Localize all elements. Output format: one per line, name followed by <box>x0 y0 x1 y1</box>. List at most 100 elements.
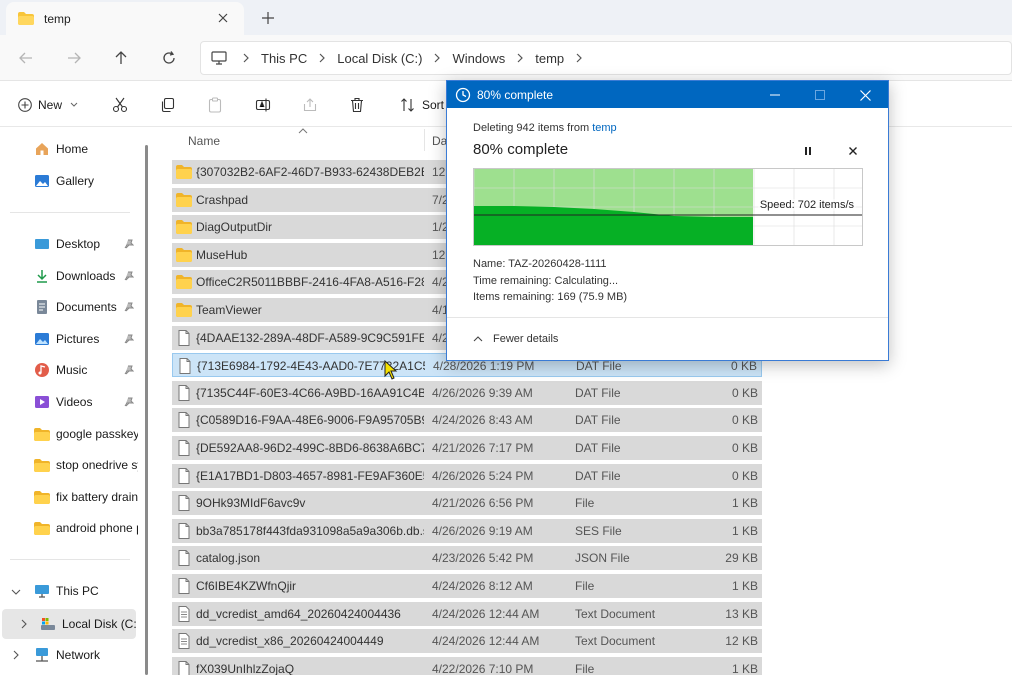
folder-icon <box>34 457 50 473</box>
sidebar-item-documents[interactable]: Documents <box>34 294 117 320</box>
file-row[interactable]: {7135C44F-60E3-4C66-A9BD-16AA91C4B... 4/2… <box>172 380 762 405</box>
breadcrumb-windows[interactable]: Windows <box>452 51 505 66</box>
dialog-body: Deleting 942 items from temp 80% complet… <box>447 108 888 360</box>
sidebar-item-this-pc[interactable]: This PC <box>34 578 99 604</box>
sidebar-item-local-disk[interactable]: Local Disk (C:) <box>40 611 136 637</box>
file-icon <box>178 578 190 594</box>
sidebar-item-music[interactable]: Music <box>34 357 87 383</box>
sidebar-item-label: Pictures <box>56 332 100 346</box>
minimize-icon[interactable] <box>765 85 785 105</box>
paste-button[interactable] <box>207 95 223 115</box>
new-tab-icon[interactable] <box>258 8 278 28</box>
file-row[interactable]: Cf6IBE4KZWfnQjir 4/24/2026 8:12 AM File 1 K… <box>172 574 762 598</box>
copy-button[interactable] <box>160 95 176 115</box>
rename-button[interactable] <box>255 95 271 115</box>
sidebar-item-folder[interactable]: stop onedrive sy <box>34 452 138 478</box>
sidebar-item-desktop[interactable]: Desktop <box>34 231 100 257</box>
tab-temp[interactable]: temp <box>6 2 244 35</box>
navigation-pane: Home Gallery Desktop Downloads Documents… <box>0 127 150 675</box>
maximize-icon[interactable] <box>810 85 830 105</box>
share-icon <box>303 98 317 112</box>
cancel-icon[interactable] <box>846 144 860 158</box>
sidebar-item-folder[interactable]: fix battery drain <box>34 484 138 510</box>
file-name: TeamViewer <box>196 303 262 317</box>
file-row[interactable]: {E1A17BD1-D803-4657-8981-FE9AF360E5... 4/… <box>172 463 762 488</box>
back-arrow-icon[interactable] <box>13 45 39 71</box>
deleting-text: Deleting 942 items from <box>473 122 593 134</box>
dialog-titlebar[interactable]: 80% complete <box>447 81 888 108</box>
sidebar-item-label: Music <box>56 363 88 377</box>
sidebar-item-home[interactable]: Home <box>34 136 88 162</box>
sidebar-scrollbar[interactable] <box>145 145 148 675</box>
sidebar-item-downloads[interactable]: Downloads <box>34 263 115 289</box>
breadcrumb-local-disk[interactable]: Local Disk (C:) <box>337 51 422 66</box>
close-tab-icon[interactable] <box>214 9 232 27</box>
sidebar-item-pictures[interactable]: Pictures <box>34 326 99 352</box>
file-row[interactable]: 9OHk93MIdF6avc9v 4/21/2026 6:56 PM File 1 K… <box>172 491 762 516</box>
sidebar-item-label: google passkey <box>56 427 138 441</box>
mouse-cursor-icon <box>384 360 398 380</box>
file-date: 4/24/2026 8:43 AM <box>432 413 533 428</box>
chevron-down-icon[interactable] <box>11 587 21 597</box>
up-arrow-icon[interactable] <box>108 45 134 71</box>
cut-button[interactable] <box>112 95 128 115</box>
fewer-details-button[interactable]: Fewer details <box>473 333 558 345</box>
videos-icon <box>34 394 50 410</box>
sort-button[interactable]: Sort <box>400 95 444 115</box>
share-button[interactable] <box>302 95 318 115</box>
sidebar-item-videos[interactable]: Videos <box>34 389 92 415</box>
pause-icon[interactable] <box>801 144 815 158</box>
file-row[interactable]: dd_vcredist_amd64_20260424004436 4/24/202… <box>172 601 762 626</box>
sidebar-item-gallery[interactable]: Gallery <box>34 168 94 194</box>
file-name: {DE592AA8-96D2-499C-8BD6-8638A6BC7... <box>196 441 424 455</box>
file-name: {307032B2-6AF2-46D7-B933-62438DEB2B... <box>196 165 424 179</box>
delete-button[interactable] <box>349 95 365 115</box>
file-row[interactable]: {C0589D16-F9AA-48E6-9006-F9A95705B9... 4/… <box>172 408 762 433</box>
file-type: File <box>575 661 595 675</box>
file-icon <box>178 550 190 567</box>
address-bar[interactable]: This PC Local Disk (C:) Windows temp <box>200 41 1012 75</box>
text-document-icon <box>178 633 190 650</box>
file-row[interactable]: dd_vcredist_x86_20260424004449 4/24/2026 … <box>172 629 762 654</box>
new-button[interactable]: New <box>18 95 78 115</box>
file-name: OfficeC2R5011BBBF-2416-4FA8-A516-F28... <box>196 275 424 290</box>
breadcrumb-this-pc[interactable]: This PC <box>261 51 307 66</box>
file-name: MuseHub <box>196 247 248 262</box>
sidebar-item-network[interactable]: Network <box>34 642 100 668</box>
file-name: dd_vcredist_amd64_20260424004436 <box>196 606 401 621</box>
network-icon <box>34 647 50 663</box>
trash-icon <box>351 97 363 113</box>
forward-arrow-icon[interactable] <box>61 45 87 71</box>
file-icon <box>178 384 190 401</box>
chevron-right-icon[interactable] <box>19 619 29 629</box>
scissors-icon <box>112 97 128 113</box>
tab-title: temp <box>44 11 71 26</box>
file-name: bb3a785178f443fda931098a5a9a306b.db.s... <box>196 523 424 538</box>
folder-icon <box>176 303 192 317</box>
file-size: 1 KB <box>731 579 758 593</box>
items-remaining: Items remaining: 169 (75.9 MB) <box>473 291 628 303</box>
file-row[interactable]: catalog.json 4/23/2026 5:42 PM JSON File 29… <box>172 546 762 571</box>
column-name[interactable]: Name <box>188 134 220 148</box>
breadcrumb-temp[interactable]: temp <box>535 51 564 66</box>
pin-icon <box>124 365 134 375</box>
column-divider[interactable] <box>424 129 425 151</box>
rename-icon <box>255 98 271 112</box>
chevron-right-icon[interactable] <box>11 650 21 660</box>
chevron-down-icon <box>70 102 78 107</box>
sidebar-item-folder[interactable]: android phone p <box>34 515 138 541</box>
file-type: File <box>575 579 595 593</box>
sidebar-item-folder[interactable]: google passkey <box>34 421 138 447</box>
refresh-icon[interactable] <box>156 45 182 71</box>
percent-complete: 80% complete <box>473 141 569 158</box>
file-row[interactable]: {DE592AA8-96D2-499C-8BD6-8638A6BC7... 4/2… <box>172 436 762 460</box>
file-size: 0 KB <box>731 441 758 455</box>
file-row[interactable]: bb3a785178f443fda931098a5a9a306b.db.s...… <box>172 518 762 543</box>
file-type: JSON File <box>575 551 630 566</box>
navigation-bar: This PC Local Disk (C:) Windows temp <box>0 35 1012 81</box>
file-row[interactable]: fX039UnIhlzZojaQ 4/22/2026 7:10 PM File 1 K… <box>172 656 762 675</box>
close-icon[interactable] <box>855 85 875 105</box>
new-label: New <box>38 98 63 112</box>
clipboard-icon <box>208 97 222 113</box>
destination-link[interactable]: temp <box>592 122 616 134</box>
